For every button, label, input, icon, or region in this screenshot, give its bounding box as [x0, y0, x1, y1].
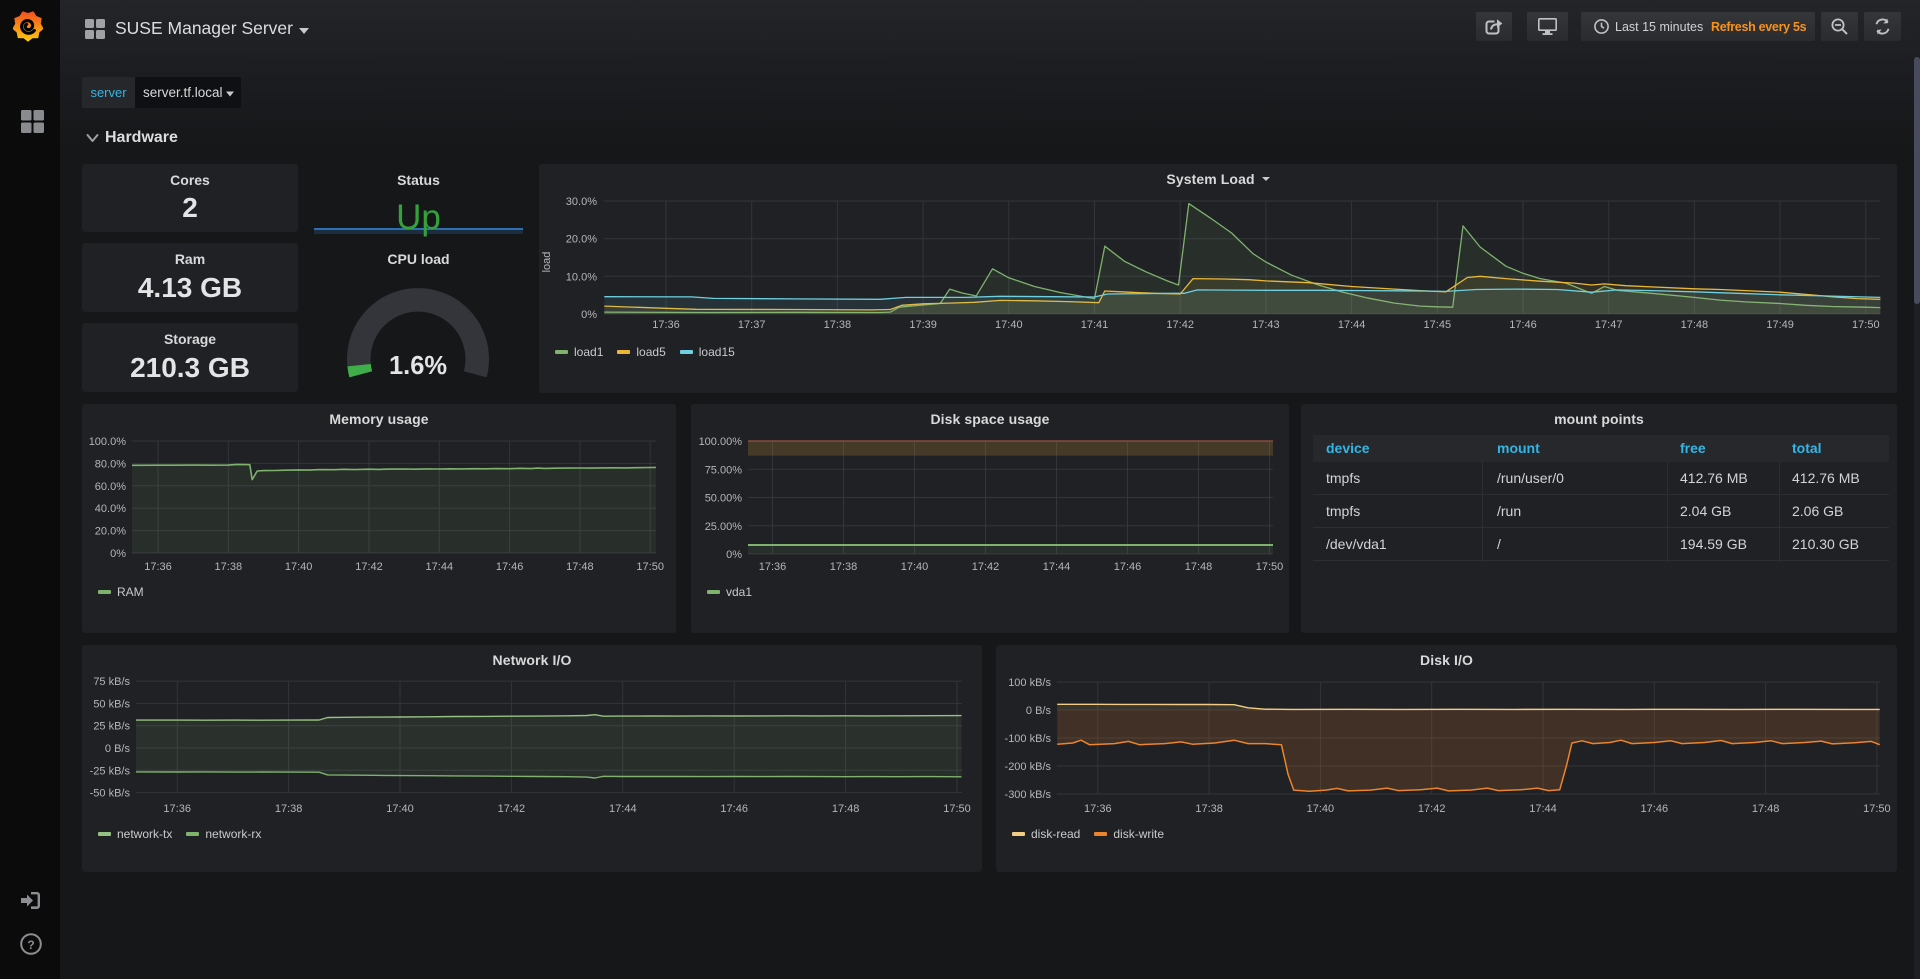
svg-text:load: load: [541, 252, 553, 273]
svg-text:75.00%: 75.00%: [705, 464, 743, 476]
svg-text:17:44: 17:44: [426, 561, 454, 573]
svg-text:17:38: 17:38: [830, 561, 858, 573]
svg-text:17:40: 17:40: [1307, 803, 1335, 815]
svg-text:0%: 0%: [581, 309, 597, 321]
svg-text:-200 kB/s: -200 kB/s: [1005, 761, 1052, 773]
svg-text:17:40: 17:40: [285, 561, 313, 573]
svg-text:1.6%: 1.6%: [389, 352, 447, 380]
svg-text:17:44: 17:44: [1529, 803, 1557, 815]
svg-text:17:42: 17:42: [1166, 319, 1194, 331]
svg-text:17:44: 17:44: [609, 803, 637, 815]
svg-text:50.00%: 50.00%: [705, 493, 743, 505]
svg-text:17:44: 17:44: [1043, 561, 1071, 573]
svg-text:17:46: 17:46: [720, 803, 748, 815]
svg-text:17:37: 17:37: [738, 319, 766, 331]
svg-text:17:50: 17:50: [943, 803, 971, 815]
svg-text:0%: 0%: [110, 548, 126, 560]
svg-text:17:46: 17:46: [1641, 803, 1669, 815]
svg-text:17:50: 17:50: [636, 561, 664, 573]
svg-text:100.00%: 100.00%: [699, 436, 743, 448]
svg-text:17:36: 17:36: [163, 803, 191, 815]
svg-text:17:47: 17:47: [1595, 319, 1623, 331]
svg-text:-50 kB/s: -50 kB/s: [90, 788, 131, 800]
svg-text:75 kB/s: 75 kB/s: [93, 676, 130, 688]
svg-text:25.00%: 25.00%: [705, 521, 743, 533]
svg-text:17:36: 17:36: [652, 319, 680, 331]
svg-text:17:48: 17:48: [1752, 803, 1780, 815]
svg-text:17:36: 17:36: [759, 561, 787, 573]
svg-text:25 kB/s: 25 kB/s: [93, 721, 130, 733]
svg-text:17:38: 17:38: [1195, 803, 1223, 815]
svg-text:17:48: 17:48: [1185, 561, 1213, 573]
svg-text:17:42: 17:42: [1418, 803, 1446, 815]
svg-text:20.0%: 20.0%: [95, 526, 126, 538]
svg-text:10.0%: 10.0%: [566, 271, 597, 283]
svg-text:17:40: 17:40: [901, 561, 929, 573]
svg-text:17:48: 17:48: [1681, 319, 1709, 331]
svg-text:100 kB/s: 100 kB/s: [1008, 677, 1051, 689]
svg-text:17:42: 17:42: [972, 561, 1000, 573]
svg-text:17:43: 17:43: [1252, 319, 1280, 331]
svg-text:17:48: 17:48: [566, 561, 594, 573]
svg-text:0%: 0%: [726, 549, 742, 561]
svg-text:17:50: 17:50: [1256, 561, 1284, 573]
svg-text:17:49: 17:49: [1766, 319, 1794, 331]
svg-text:50 kB/s: 50 kB/s: [93, 698, 130, 710]
svg-text:17:50: 17:50: [1863, 803, 1891, 815]
svg-text:17:50: 17:50: [1852, 319, 1880, 331]
svg-text:100.0%: 100.0%: [89, 436, 127, 448]
svg-text:17:40: 17:40: [386, 803, 414, 815]
svg-text:17:48: 17:48: [832, 803, 860, 815]
svg-text:17:38: 17:38: [215, 561, 243, 573]
svg-text:17:36: 17:36: [1084, 803, 1112, 815]
svg-text:17:44: 17:44: [1338, 319, 1366, 331]
svg-text:17:46: 17:46: [1509, 319, 1537, 331]
svg-text:40.0%: 40.0%: [95, 503, 126, 515]
svg-text:0 B/s: 0 B/s: [1026, 705, 1052, 717]
svg-text:-100 kB/s: -100 kB/s: [1005, 733, 1052, 745]
svg-text:80.0%: 80.0%: [95, 458, 126, 470]
svg-text:?: ?: [27, 938, 34, 952]
svg-text:60.0%: 60.0%: [95, 481, 126, 493]
svg-text:-300 kB/s: -300 kB/s: [1005, 789, 1052, 801]
svg-text:17:39: 17:39: [909, 319, 937, 331]
svg-text:17:36: 17:36: [144, 561, 172, 573]
svg-text:17:42: 17:42: [498, 803, 526, 815]
svg-text:-25 kB/s: -25 kB/s: [90, 765, 131, 777]
svg-text:17:46: 17:46: [1114, 561, 1142, 573]
svg-text:17:41: 17:41: [1081, 319, 1109, 331]
svg-text:17:42: 17:42: [355, 561, 383, 573]
svg-text:17:45: 17:45: [1424, 319, 1452, 331]
svg-text:20.0%: 20.0%: [566, 234, 597, 246]
svg-text:17:38: 17:38: [824, 319, 852, 331]
svg-text:0 B/s: 0 B/s: [105, 743, 131, 755]
svg-text:30.0%: 30.0%: [566, 196, 597, 208]
svg-text:17:38: 17:38: [275, 803, 303, 815]
svg-text:17:46: 17:46: [496, 561, 524, 573]
svg-text:17:40: 17:40: [995, 319, 1023, 331]
